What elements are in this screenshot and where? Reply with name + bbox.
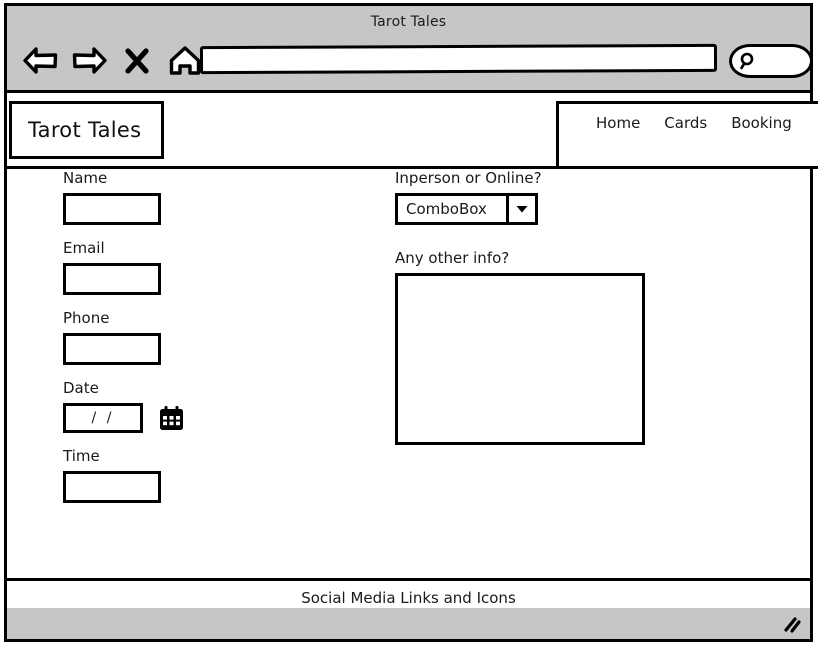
email-input[interactable] — [63, 263, 161, 295]
field-session-mode: Inperson or Online? ComboBox — [395, 169, 695, 225]
time-input[interactable] — [63, 471, 161, 503]
form-column-right: Inperson or Online? ComboBox Any other i… — [395, 169, 695, 459]
label-name: Name — [63, 169, 108, 187]
label-date: Date — [63, 379, 99, 397]
back-arrow-icon — [23, 46, 59, 76]
name-input[interactable] — [63, 193, 161, 225]
form-column-left: Name Email Phone Date / / Time — [63, 169, 363, 517]
site-header: Tarot Tales Home Cards Booking — [7, 93, 818, 169]
site-logo[interactable]: Tarot Tales — [9, 101, 164, 159]
home-icon — [168, 45, 202, 77]
window-title: Tarot Tales — [370, 14, 447, 30]
status-bar — [7, 608, 810, 639]
back-button[interactable] — [19, 39, 63, 83]
label-email: Email — [63, 239, 105, 257]
date-input[interactable]: / / — [63, 403, 143, 433]
field-date: Date / / — [63, 379, 363, 433]
label-session-mode: Inperson or Online? — [395, 169, 542, 187]
calendar-icon[interactable] — [158, 405, 185, 432]
search-magnifier-icon — [738, 51, 758, 71]
navigation-buttons — [19, 39, 207, 83]
nav-item-booking[interactable]: Booking — [731, 114, 792, 132]
search-box[interactable] — [729, 44, 813, 78]
nav-item-cards[interactable]: Cards — [664, 114, 707, 132]
other-info-textarea[interactable] — [395, 273, 645, 445]
nav-item-home[interactable]: Home — [596, 114, 640, 132]
url-input[interactable] — [199, 43, 718, 75]
booking-form: Name Email Phone Date / / Time Inperson … — [7, 169, 810, 584]
chevron-down-icon[interactable] — [506, 196, 535, 222]
field-email: Email — [63, 239, 363, 295]
field-name: Name — [63, 169, 363, 225]
resize-grip-icon[interactable] — [782, 616, 802, 634]
stop-button[interactable] — [115, 39, 159, 83]
close-x-icon — [124, 47, 150, 75]
page-canvas: Tarot Tales Home Cards Booking Name Emai… — [7, 90, 818, 618]
forward-arrow-icon — [71, 46, 107, 76]
session-mode-value: ComboBox — [406, 200, 487, 218]
label-phone: Phone — [63, 309, 110, 327]
field-phone: Phone — [63, 309, 363, 365]
footer-text: Social Media Links and Icons — [301, 589, 516, 607]
label-time: Time — [63, 447, 100, 465]
browser-window: Tarot Tales Tarot Tales Home Cards Booki… — [4, 3, 818, 642]
phone-input[interactable] — [63, 333, 161, 365]
field-time: Time — [63, 447, 363, 503]
field-other-info: Any other info? — [395, 249, 695, 445]
browser-toolbar — [7, 34, 813, 90]
session-mode-combobox[interactable]: ComboBox — [395, 193, 538, 225]
label-other-info: Any other info? — [395, 249, 510, 267]
forward-button[interactable] — [67, 39, 111, 83]
site-nav: Home Cards Booking — [556, 101, 818, 169]
site-logo-text: Tarot Tales — [28, 118, 142, 142]
